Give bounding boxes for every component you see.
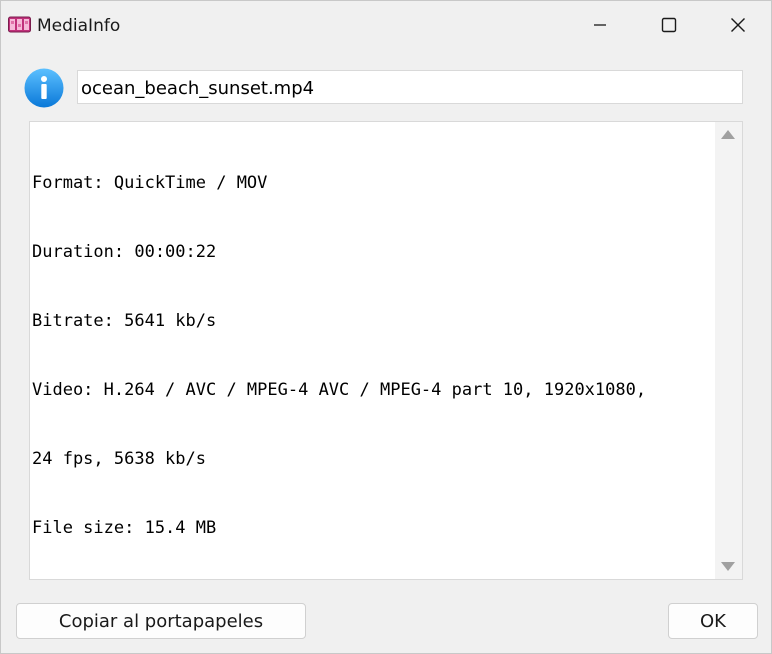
copy-to-clipboard-button[interactable]: Copiar al portapapeles [16, 603, 306, 639]
scroll-down-arrow-icon[interactable] [721, 562, 735, 571]
vertical-scrollbar[interactable] [715, 122, 742, 579]
info-line: Video: H.264 / AVC / MPEG-4 AVC / MPEG-4… [32, 380, 647, 400]
maximize-button[interactable] [646, 1, 692, 49]
window-title: MediaInfo [37, 16, 121, 36]
info-line: Bitrate: 5641 kb/s [32, 311, 217, 331]
info-line: 24 fps, 5638 kb/s [32, 449, 206, 469]
title-bar[interactable]: MediaInfo [1, 1, 771, 49]
minimize-icon [594, 24, 606, 26]
mediainfo-window: MediaInfo ocean_beach_sunset.mp4 Format:… [0, 0, 772, 654]
info-icon [24, 68, 64, 108]
info-line: File size: 15.4 MB [32, 518, 217, 538]
file-name-field[interactable]: ocean_beach_sunset.mp4 [77, 70, 743, 104]
minimize-button[interactable] [577, 1, 623, 49]
info-line: Duration: 00:00:22 [32, 242, 217, 262]
media-info-textbox[interactable]: Format: QuickTime / MOV Duration: 00:00:… [29, 121, 743, 580]
media-info-text: Format: QuickTime / MOV Duration: 00:00:… [32, 126, 712, 586]
close-button[interactable] [715, 1, 761, 49]
close-icon [731, 18, 745, 32]
scroll-up-arrow-icon[interactable] [721, 130, 735, 139]
info-line: Format: QuickTime / MOV [32, 173, 268, 193]
maximize-icon [661, 17, 677, 33]
film-strip-icon [8, 16, 31, 33]
ok-button[interactable]: OK [668, 603, 758, 639]
